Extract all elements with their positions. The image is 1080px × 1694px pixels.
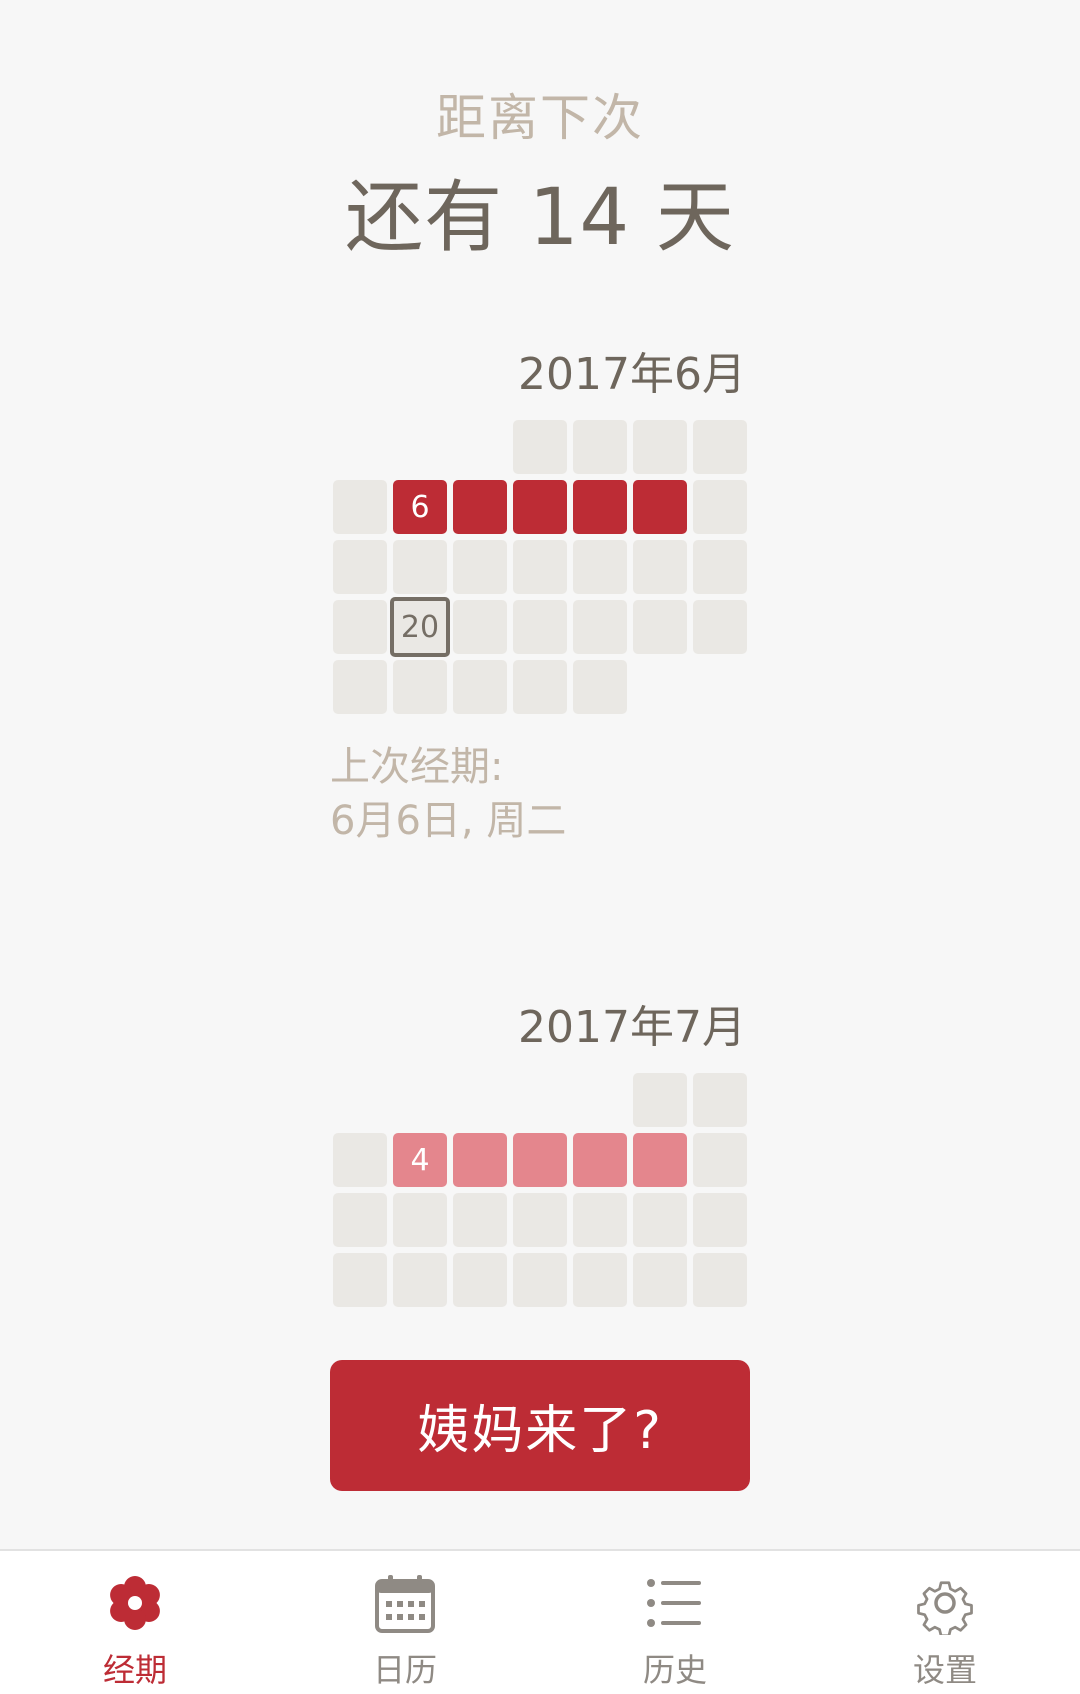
tab-calendar[interactable]: 日历	[335, 1571, 475, 1691]
tab-settings-label: 设置	[912, 1651, 977, 1689]
calendar-day-27[interactable]	[393, 660, 447, 714]
calendar-day-11[interactable]	[693, 480, 747, 534]
calendar-day-1[interactable]	[513, 420, 567, 474]
calendar-day-24[interactable]	[633, 600, 687, 654]
calendar-day-23[interactable]	[573, 600, 627, 654]
calendar-day-21[interactable]	[573, 1253, 627, 1307]
tab-calendar-label: 日历	[372, 1651, 437, 1689]
calendar-day-13[interactable]	[393, 540, 447, 594]
flower-icon	[110, 1576, 160, 1630]
bottom-tab-bar: 经期 日历 历史 设置	[0, 1549, 1080, 1694]
calendar-day-5[interactable]	[333, 480, 387, 534]
calendar-day-7[interactable]	[573, 1133, 627, 1187]
tab-period[interactable]: 经期	[65, 1571, 205, 1691]
calendar-day-25[interactable]	[693, 600, 747, 654]
calendar-day-8[interactable]	[633, 1133, 687, 1187]
calendar-day-18[interactable]	[693, 540, 747, 594]
calendar-day-28[interactable]	[453, 660, 507, 714]
calendar-day-3[interactable]	[633, 420, 687, 474]
tab-history-label: 历史	[642, 1651, 707, 1689]
calendar-day-26[interactable]	[333, 660, 387, 714]
calendar-day-29[interactable]	[513, 660, 567, 714]
calendar-day-9[interactable]	[693, 1133, 747, 1187]
calendar-day-22[interactable]	[513, 600, 567, 654]
calendar-day-9[interactable]	[573, 480, 627, 534]
last-period-info: 上次经期: 6月6日, 周二	[330, 740, 566, 848]
calendar-day-6[interactable]: 6	[393, 480, 447, 534]
calendar-icon	[375, 1575, 435, 1633]
calendar-day-16[interactable]	[693, 1193, 747, 1247]
gear-icon	[917, 1581, 973, 1635]
month-title-june: 2017年6月	[518, 349, 746, 400]
countdown-value: 还有 14 天	[345, 173, 735, 263]
calendar-day-22[interactable]	[633, 1253, 687, 1307]
calendar-day-11[interactable]	[393, 1193, 447, 1247]
period-arrived-button[interactable]: 姨妈来了?	[330, 1360, 750, 1491]
calendar-day-16[interactable]	[573, 540, 627, 594]
calendar-day-23[interactable]	[693, 1253, 747, 1307]
calendar-day-2[interactable]	[573, 420, 627, 474]
calendar-day-14[interactable]	[453, 540, 507, 594]
calendar-day-20[interactable]	[513, 1253, 567, 1307]
tab-settings[interactable]: 设置	[875, 1571, 1015, 1691]
list-icon	[647, 1579, 701, 1627]
calendar-day-7[interactable]	[453, 480, 507, 534]
calendar-day-10[interactable]	[633, 480, 687, 534]
calendar-day-10[interactable]	[333, 1193, 387, 1247]
calendar-day-1[interactable]	[633, 1073, 687, 1127]
last-period-date: 6月6日, 周二	[330, 798, 567, 844]
month-title-july: 2017年7月	[518, 1002, 746, 1053]
calendar-day-4[interactable]	[693, 420, 747, 474]
calendar-day-4[interactable]: 4	[393, 1133, 447, 1187]
countdown-label: 距离下次	[436, 89, 644, 147]
calendar-day-21[interactable]	[453, 600, 507, 654]
calendar-day-3[interactable]	[333, 1133, 387, 1187]
tab-history[interactable]: 历史	[605, 1571, 745, 1691]
calendar-day-18[interactable]	[393, 1253, 447, 1307]
calendar-day-14[interactable]	[573, 1193, 627, 1247]
calendar-day-19[interactable]	[453, 1253, 507, 1307]
calendar-day-19[interactable]	[333, 600, 387, 654]
last-period-label: 上次经期:	[330, 744, 504, 790]
tab-period-label: 经期	[102, 1651, 167, 1689]
calendar-day-2[interactable]	[693, 1073, 747, 1127]
calendar-day-13[interactable]	[513, 1193, 567, 1247]
calendar-day-20[interactable]: 20	[390, 597, 450, 657]
calendar-day-6[interactable]	[513, 1133, 567, 1187]
calendar-day-12[interactable]	[453, 1193, 507, 1247]
calendar-day-5[interactable]	[453, 1133, 507, 1187]
calendar-day-12[interactable]	[333, 540, 387, 594]
calendar-day-8[interactable]	[513, 480, 567, 534]
calendar-day-15[interactable]	[513, 540, 567, 594]
calendar-day-17[interactable]	[333, 1253, 387, 1307]
calendar-day-30[interactable]	[573, 660, 627, 714]
calendar-day-15[interactable]	[633, 1193, 687, 1247]
calendar-day-17[interactable]	[633, 540, 687, 594]
